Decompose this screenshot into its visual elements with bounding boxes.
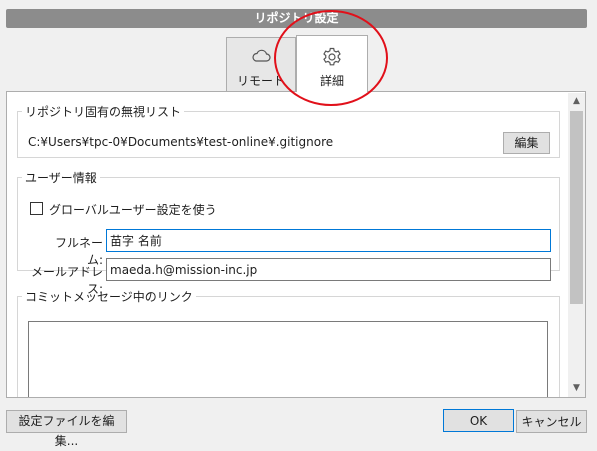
use-global-checkbox[interactable] <box>30 202 43 215</box>
cloud-icon <box>251 49 271 66</box>
scroll-up-arrow-icon[interactable]: ▲ <box>568 93 585 110</box>
ok-button[interactable]: OK <box>443 409 514 432</box>
cancel-button[interactable]: キャンセル <box>516 410 587 433</box>
scrollbar-thumb[interactable] <box>570 111 583 304</box>
ignore-list-legend: リポジトリ固有の無視リスト <box>25 105 182 119</box>
user-info-legend: ユーザー情報 <box>25 171 97 185</box>
ignore-list-group: リポジトリ固有の無視リスト C:¥Users¥tpc-0¥Documents¥t… <box>17 103 560 158</box>
settings-panel: リポジトリ固有の無視リスト C:¥Users¥tpc-0¥Documents¥t… <box>6 91 586 398</box>
gitignore-path: C:¥Users¥tpc-0¥Documents¥test-online¥.gi… <box>28 135 334 149</box>
email-input[interactable] <box>106 258 551 281</box>
highlight-circle <box>274 10 388 106</box>
use-global-label: グローバルユーザー設定を使う <box>49 203 217 217</box>
scroll-down-arrow-icon[interactable]: ▼ <box>568 380 585 397</box>
edit-config-file-button[interactable]: 設定ファイルを編集... <box>6 410 127 448</box>
fullname-input[interactable] <box>106 229 551 252</box>
edit-ignore-button[interactable]: 編集 <box>503 132 550 154</box>
vertical-scrollbar[interactable]: ▲ ▼ <box>568 93 585 397</box>
commit-links-list[interactable] <box>28 321 548 397</box>
commit-links-group: コミットメッセージ中のリンク <box>17 288 560 397</box>
commit-links-legend: コミットメッセージ中のリンク <box>25 290 193 304</box>
user-info-group: ユーザー情報 グローバルユーザー設定を使う フルネーム: メールアドレス: <box>17 169 560 296</box>
